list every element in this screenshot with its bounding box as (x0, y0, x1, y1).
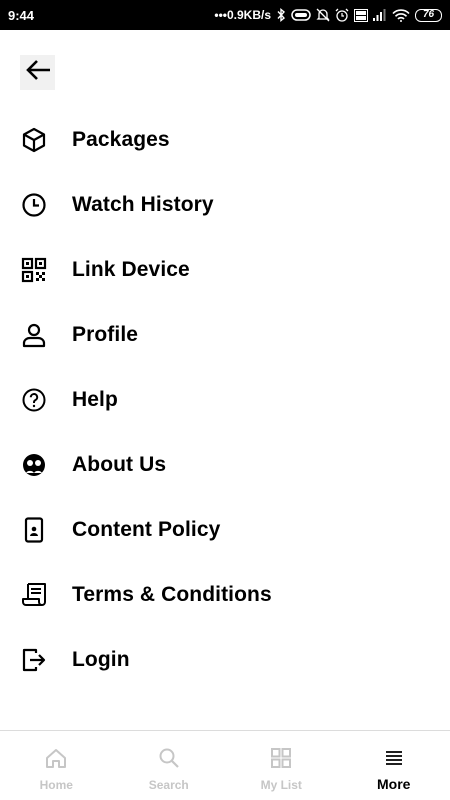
search-icon (157, 746, 181, 770)
wifi-icon (392, 8, 410, 22)
nav-item-home[interactable]: Home (0, 731, 113, 800)
menu-item-help[interactable]: Help (0, 367, 450, 432)
menu-item-packages[interactable]: Packages (0, 107, 450, 172)
menu-item-terms-conditions[interactable]: Terms & Conditions (0, 562, 450, 627)
nav-label: Home (39, 778, 73, 792)
document-icon (20, 581, 48, 609)
back-button[interactable] (20, 55, 55, 90)
menu-item-login[interactable]: Login (0, 627, 450, 692)
menu-item-label: Terms & Conditions (72, 582, 272, 606)
volte-icon (354, 8, 368, 22)
nav-item-more[interactable]: More (338, 731, 450, 800)
nav-label: My List (260, 778, 302, 792)
help-icon (20, 386, 48, 414)
bottom-navigation: Home Search My List More (0, 730, 450, 800)
menu-icon (382, 746, 406, 770)
nav-item-my-list[interactable]: My List (225, 731, 338, 800)
menu-item-label: Login (72, 647, 130, 671)
phone-policy-icon (20, 516, 48, 544)
grid-icon (269, 746, 293, 770)
menu-item-label: Help (72, 387, 118, 411)
menu-item-label: Profile (72, 322, 139, 346)
about-icon (20, 451, 48, 479)
status-time: 9:44 (8, 7, 35, 23)
menu-item-label: Packages (72, 127, 170, 151)
menu-list: Packages Watch History Link Device Profi… (0, 107, 450, 692)
battery-indicator: 76 (415, 8, 442, 22)
arrow-left-icon (25, 59, 51, 86)
alarm-icon (335, 8, 349, 22)
menu-item-link-device[interactable]: Link Device (0, 237, 450, 302)
menu-item-label: Content Policy (72, 517, 221, 541)
status-icons: •••0.9KB/s 76 (214, 8, 442, 22)
menu-item-about-us[interactable]: About Us (0, 432, 450, 497)
person-icon (20, 321, 48, 349)
menu-item-label: Watch History (72, 192, 214, 216)
data-saver-icon (291, 9, 311, 21)
qr-code-icon (20, 256, 48, 284)
menu-item-label: Link Device (72, 257, 190, 281)
menu-item-content-policy[interactable]: Content Policy (0, 497, 450, 562)
mute-icon (316, 8, 330, 22)
package-icon (20, 126, 48, 154)
nav-label: Search (148, 778, 189, 792)
network-speed: •••0.9KB/s (214, 8, 271, 22)
home-icon (44, 746, 68, 770)
menu-item-watch-history[interactable]: Watch History (0, 172, 450, 237)
clock-icon (20, 191, 48, 219)
nav-label: More (377, 776, 411, 792)
nav-item-search[interactable]: Search (113, 731, 226, 800)
menu-item-profile[interactable]: Profile (0, 302, 450, 367)
menu-item-label: About Us (72, 452, 167, 476)
bluetooth-icon (276, 8, 286, 22)
login-icon (20, 646, 48, 674)
signal-icon (373, 9, 387, 21)
status-bar: 9:44 •••0.9KB/s 76 (0, 0, 450, 30)
